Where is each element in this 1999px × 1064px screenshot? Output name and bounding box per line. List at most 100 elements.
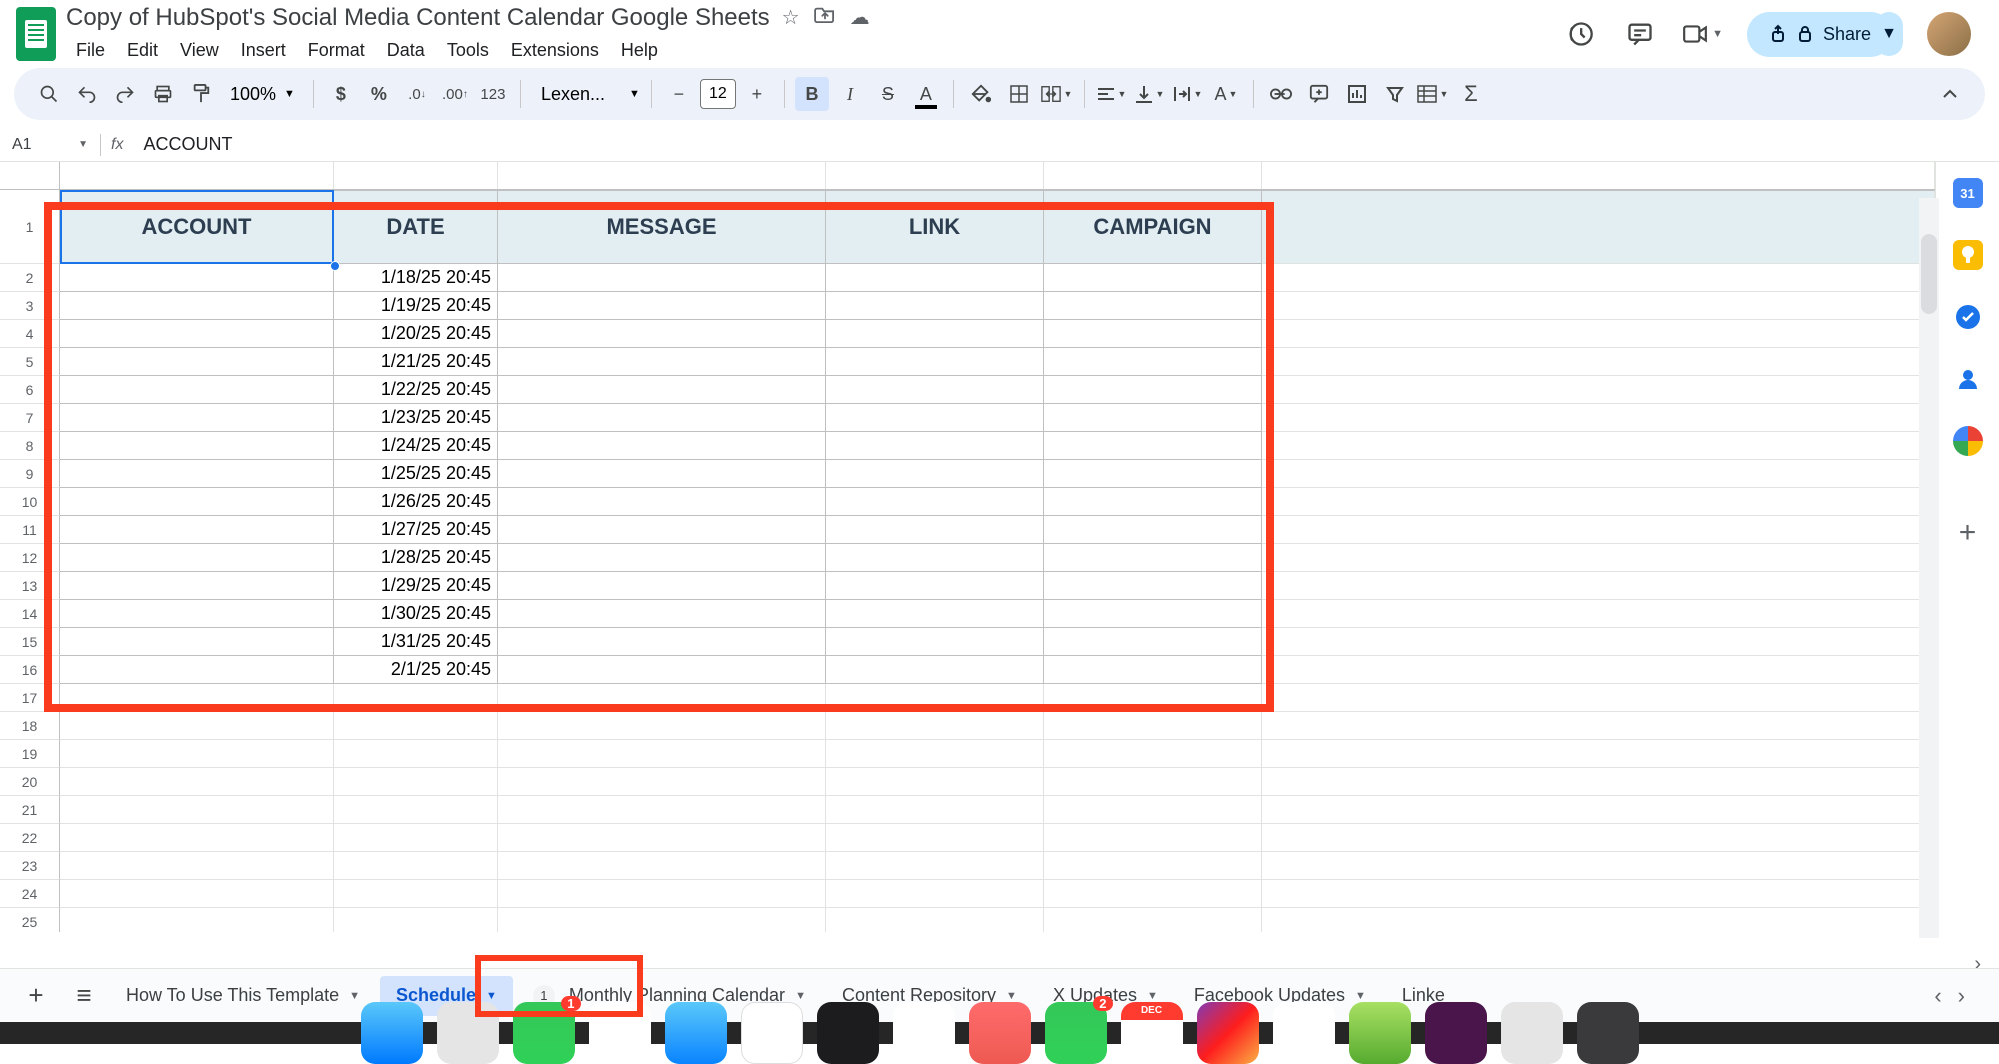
calendar-addon-icon[interactable]: 31: [1953, 178, 1983, 208]
dock-app-spotify[interactable]: [1349, 1002, 1411, 1064]
all-sheets-button[interactable]: ≡: [62, 976, 106, 1016]
row-header[interactable]: 2: [0, 264, 60, 292]
cell-date[interactable]: 2/1/25 20:45: [334, 656, 498, 684]
dock-app-facetime[interactable]: 2: [1045, 1002, 1107, 1064]
col-header-c[interactable]: C: [498, 162, 826, 189]
cell[interactable]: [826, 404, 1044, 432]
menu-file[interactable]: File: [66, 36, 115, 65]
row-header[interactable]: 24: [0, 880, 60, 908]
decrease-font-button[interactable]: −: [662, 77, 696, 111]
cell[interactable]: [498, 796, 826, 824]
cell[interactable]: [826, 320, 1044, 348]
insert-chart-button[interactable]: [1340, 77, 1374, 111]
row-header[interactable]: 9: [0, 460, 60, 488]
table-view-button[interactable]: ▼: [1416, 77, 1450, 111]
cell-d1[interactable]: LINK: [826, 190, 1044, 264]
cell-date[interactable]: 1/31/25 20:45: [334, 628, 498, 656]
cell[interactable]: [498, 908, 826, 932]
dock-app-1password[interactable]: [1273, 1002, 1335, 1064]
cell[interactable]: [498, 852, 826, 880]
cell[interactable]: [60, 264, 334, 292]
select-all-corner[interactable]: [0, 162, 60, 189]
cell[interactable]: [498, 740, 826, 768]
cell[interactable]: [60, 600, 334, 628]
cell-date[interactable]: 1/22/25 20:45: [334, 376, 498, 404]
menu-format[interactable]: Format: [298, 36, 375, 65]
cell-date[interactable]: 1/28/25 20:45: [334, 544, 498, 572]
cell[interactable]: [826, 572, 1044, 600]
currency-button[interactable]: $: [324, 77, 358, 111]
horizontal-align-button[interactable]: ▼: [1095, 77, 1129, 111]
search-icon[interactable]: [32, 77, 66, 111]
dock-app-chrome[interactable]: [893, 1002, 955, 1064]
cell[interactable]: [334, 712, 498, 740]
menu-data[interactable]: Data: [377, 36, 435, 65]
cell[interactable]: [498, 348, 826, 376]
cell[interactable]: [60, 684, 334, 712]
tasks-addon-icon[interactable]: [1953, 302, 1983, 332]
cell[interactable]: [1044, 376, 1262, 404]
cell[interactable]: [334, 740, 498, 768]
dock-app-messages[interactable]: 1: [513, 1002, 575, 1064]
cell[interactable]: [334, 824, 498, 852]
row-header[interactable]: 25: [0, 908, 60, 932]
user-avatar[interactable]: [1927, 12, 1971, 56]
sheets-logo[interactable]: [16, 7, 56, 61]
menu-edit[interactable]: Edit: [117, 36, 168, 65]
dock-app-safari[interactable]: [665, 1002, 727, 1064]
text-wrap-button[interactable]: ▼: [1171, 77, 1205, 111]
meet-icon[interactable]: ▼: [1682, 16, 1723, 52]
dock-app-trash[interactable]: [1577, 1002, 1639, 1064]
cell[interactable]: [334, 852, 498, 880]
cell[interactable]: [1044, 516, 1262, 544]
cell[interactable]: [334, 880, 498, 908]
add-sheet-button[interactable]: +: [14, 976, 58, 1016]
cell[interactable]: [60, 348, 334, 376]
maps-addon-icon[interactable]: [1953, 426, 1983, 456]
cell[interactable]: [1044, 656, 1262, 684]
cell[interactable]: [1044, 544, 1262, 572]
more-formats-button[interactable]: 123: [476, 77, 510, 111]
cell[interactable]: [498, 628, 826, 656]
cell[interactable]: [60, 768, 334, 796]
row-header[interactable]: 23: [0, 852, 60, 880]
cell-e1[interactable]: CAMPAIGN: [1044, 190, 1262, 264]
cell[interactable]: [1044, 824, 1262, 852]
increase-font-button[interactable]: +: [740, 77, 774, 111]
cell[interactable]: [60, 852, 334, 880]
italic-button[interactable]: I: [833, 77, 867, 111]
dock-app-preview[interactable]: [1501, 1002, 1563, 1064]
cell[interactable]: [1044, 292, 1262, 320]
col-header-b[interactable]: B: [334, 162, 498, 189]
text-color-button[interactable]: A: [909, 77, 943, 111]
menu-view[interactable]: View: [170, 36, 229, 65]
cell[interactable]: [498, 488, 826, 516]
cell[interactable]: [60, 572, 334, 600]
cell[interactable]: [1044, 488, 1262, 516]
tab-scroll-left[interactable]: ‹: [1934, 983, 1941, 1009]
cell[interactable]: [826, 768, 1044, 796]
cell[interactable]: [1044, 572, 1262, 600]
row-header[interactable]: 12: [0, 544, 60, 572]
cell[interactable]: [1044, 768, 1262, 796]
cell[interactable]: [498, 376, 826, 404]
decrease-decimal-button[interactable]: .0↓: [400, 77, 434, 111]
col-header-rest[interactable]: [1262, 162, 1935, 189]
share-button[interactable]: Share: [1747, 12, 1893, 57]
undo-button[interactable]: [70, 77, 104, 111]
dock-app-terminal[interactable]: [817, 1002, 879, 1064]
filter-button[interactable]: [1378, 77, 1412, 111]
row-header[interactable]: 1: [0, 190, 60, 264]
cell-date[interactable]: 1/23/25 20:45: [334, 404, 498, 432]
dock-app-todoist[interactable]: [969, 1002, 1031, 1064]
star-icon[interactable]: ☆: [782, 5, 800, 30]
paint-format-button[interactable]: [184, 77, 218, 111]
cell[interactable]: [1044, 404, 1262, 432]
cell[interactable]: [1044, 908, 1262, 932]
cell-date[interactable]: 1/29/25 20:45: [334, 572, 498, 600]
cell-date[interactable]: 1/26/25 20:45: [334, 488, 498, 516]
cell[interactable]: [498, 320, 826, 348]
row-header[interactable]: 11: [0, 516, 60, 544]
row-header[interactable]: 8: [0, 432, 60, 460]
cell[interactable]: [498, 516, 826, 544]
